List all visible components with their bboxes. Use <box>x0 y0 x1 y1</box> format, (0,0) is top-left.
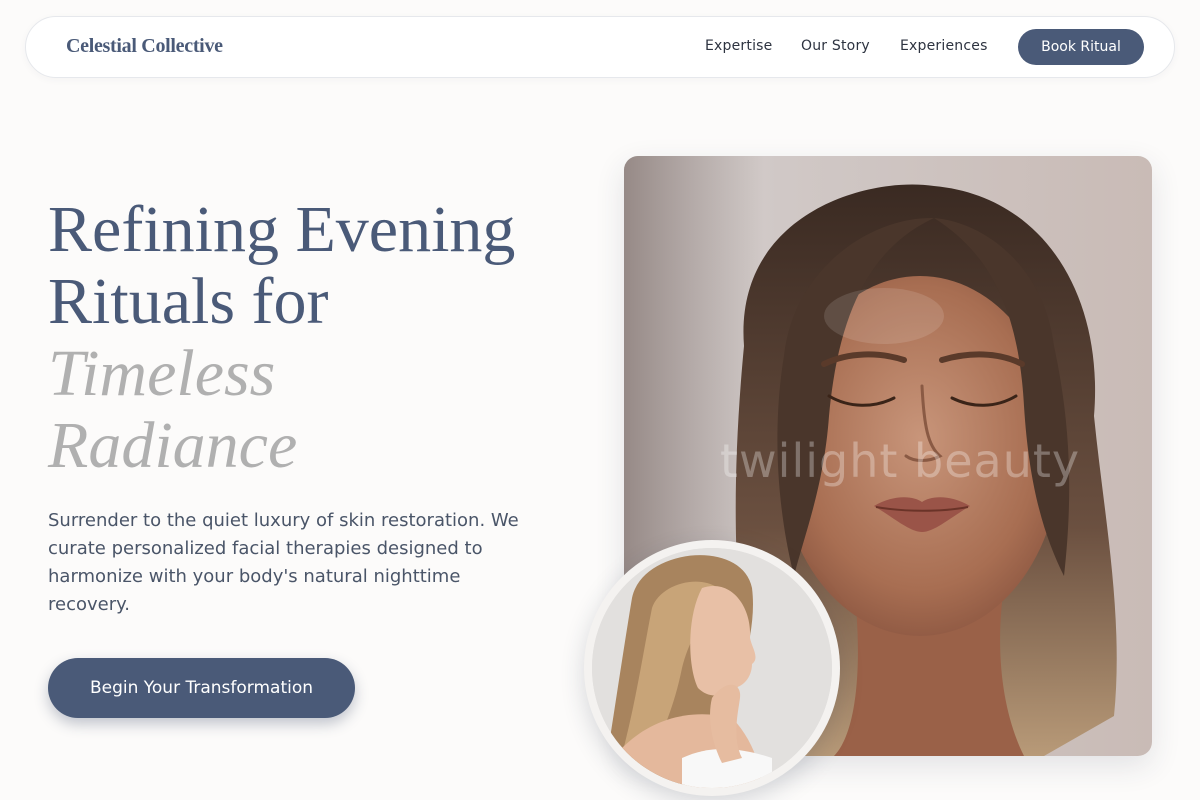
headline-line-1: Refining Evening <box>48 193 516 266</box>
headline-accent-2: Radiance <box>48 409 298 482</box>
landing-page: Celestial Collective Expertise Our Story… <box>0 0 1200 800</box>
nav-link-our-story[interactable]: Our Story <box>801 38 870 54</box>
watermark-text: twilight beauty <box>720 434 1081 488</box>
headline-line-2: Rituals for <box>48 265 329 338</box>
book-ritual-button[interactable]: Book Ritual <box>1018 29 1144 65</box>
inset-portrait-image <box>592 548 832 788</box>
headline-accent-1: Timeless <box>48 337 276 410</box>
hero-headline: Refining Evening Rituals for Timeless Ra… <box>48 194 608 482</box>
nav-link-expertise[interactable]: Expertise <box>705 38 772 54</box>
nav-link-experiences[interactable]: Experiences <box>900 38 988 54</box>
hero-description: Surrender to the quiet luxury of skin re… <box>48 510 519 615</box>
top-nav: Celestial Collective Expertise Our Story… <box>25 16 1175 78</box>
inset-illustration <box>592 548 832 788</box>
begin-transformation-button[interactable]: Begin Your Transformation <box>48 658 355 718</box>
inset-portrait-frame <box>584 540 840 796</box>
brand-logo[interactable]: Celestial Collective <box>66 35 223 58</box>
